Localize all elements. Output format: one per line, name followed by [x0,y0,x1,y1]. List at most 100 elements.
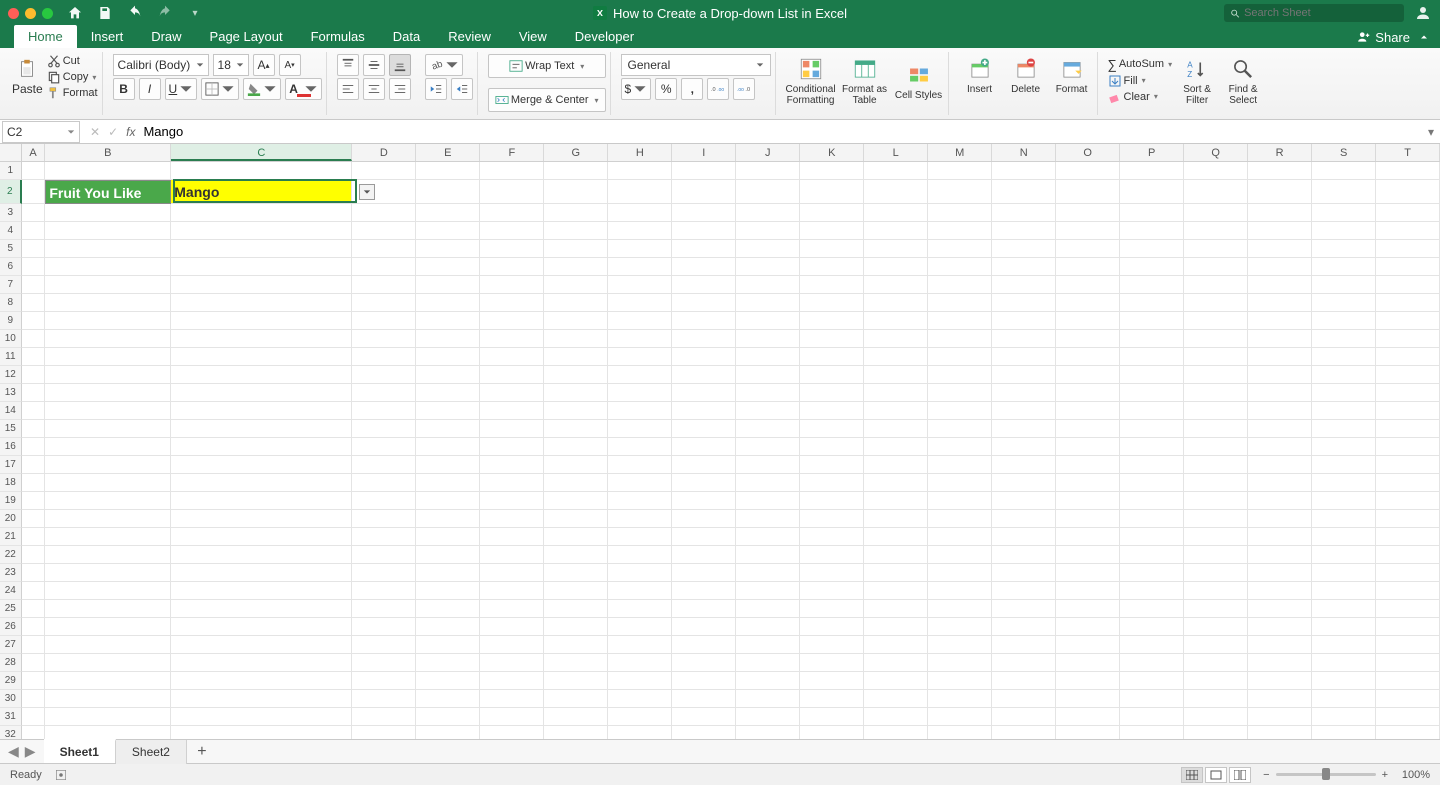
cell-G21[interactable] [544,528,608,546]
cell-I5[interactable] [672,240,736,258]
cell-J24[interactable] [736,582,800,600]
percent-button[interactable]: % [655,78,677,100]
cell-R15[interactable] [1248,420,1312,438]
cell-K18[interactable] [800,474,864,492]
cell-G12[interactable] [544,366,608,384]
cell-S10[interactable] [1312,330,1376,348]
bold-button[interactable]: B [113,78,135,100]
cell-A12[interactable] [22,366,46,384]
cell-E14[interactable] [416,402,480,420]
cell-H26[interactable] [608,618,672,636]
cell-C16[interactable] [171,438,352,456]
cell-B32[interactable] [45,726,171,739]
cell-G5[interactable] [544,240,608,258]
cell-K25[interactable] [800,600,864,618]
cell-N3[interactable] [992,204,1056,222]
cell-Q25[interactable] [1184,600,1248,618]
cell-D30[interactable] [352,690,416,708]
cell-C2[interactable]: Mango [171,180,352,204]
row-header-23[interactable]: 23 [0,564,22,582]
cell-F5[interactable] [480,240,544,258]
cell-T12[interactable] [1376,366,1440,384]
cell-D16[interactable] [352,438,416,456]
cell-B23[interactable] [45,564,171,582]
cell-L20[interactable] [864,510,928,528]
cell-I16[interactable] [672,438,736,456]
row-header-28[interactable]: 28 [0,654,22,672]
cell-G2[interactable] [544,180,608,204]
decrease-decimal-button[interactable]: .00.0 [733,78,755,100]
row-header-15[interactable]: 15 [0,420,22,438]
cell-T26[interactable] [1376,618,1440,636]
column-header-H[interactable]: H [608,144,672,161]
cell-T24[interactable] [1376,582,1440,600]
cell-K28[interactable] [800,654,864,672]
cell-D20[interactable] [352,510,416,528]
cell-K9[interactable] [800,312,864,330]
cell-G19[interactable] [544,492,608,510]
cell-O28[interactable] [1056,654,1120,672]
font-size-select[interactable]: 18 [213,54,249,76]
cell-O29[interactable] [1056,672,1120,690]
user-account-icon[interactable] [1414,4,1432,22]
cell-B14[interactable] [45,402,171,420]
cell-H7[interactable] [608,276,672,294]
cell-K17[interactable] [800,456,864,474]
tab-home[interactable]: Home [14,25,77,48]
cell-P19[interactable] [1120,492,1184,510]
cell-C24[interactable] [171,582,352,600]
cell-F28[interactable] [480,654,544,672]
copy-button[interactable]: Copy▾ [47,70,98,84]
cell-O23[interactable] [1056,564,1120,582]
cell-H16[interactable] [608,438,672,456]
row-header-22[interactable]: 22 [0,546,22,564]
cell-R21[interactable] [1248,528,1312,546]
cell-J5[interactable] [736,240,800,258]
cell-M6[interactable] [928,258,992,276]
cell-K8[interactable] [800,294,864,312]
cell-F31[interactable] [480,708,544,726]
cell-D6[interactable] [352,258,416,276]
cell-R4[interactable] [1248,222,1312,240]
cell-N26[interactable] [992,618,1056,636]
cell-E4[interactable] [416,222,480,240]
cell-R9[interactable] [1248,312,1312,330]
row-header-11[interactable]: 11 [0,348,22,366]
share-button[interactable]: Share [1357,30,1410,45]
cell-R31[interactable] [1248,708,1312,726]
cell-E7[interactable] [416,276,480,294]
cell-A1[interactable] [22,162,46,180]
cell-B15[interactable] [45,420,171,438]
cell-E21[interactable] [416,528,480,546]
cell-Q31[interactable] [1184,708,1248,726]
cell-N16[interactable] [992,438,1056,456]
cell-L14[interactable] [864,402,928,420]
undo-icon[interactable] [127,5,143,21]
cell-J23[interactable] [736,564,800,582]
page-layout-view-button[interactable] [1205,767,1227,783]
cell-L5[interactable] [864,240,928,258]
cell-A3[interactable] [22,204,46,222]
cell-D26[interactable] [352,618,416,636]
cell-T8[interactable] [1376,294,1440,312]
cell-T4[interactable] [1376,222,1440,240]
cell-B25[interactable] [45,600,171,618]
cell-K27[interactable] [800,636,864,654]
cell-A18[interactable] [22,474,46,492]
column-header-P[interactable]: P [1120,144,1184,161]
cell-N8[interactable] [992,294,1056,312]
sort-filter-button[interactable]: AZSort & Filter [1176,54,1218,106]
cell-O11[interactable] [1056,348,1120,366]
cell-Q1[interactable] [1184,162,1248,180]
cell-R32[interactable] [1248,726,1312,739]
cell-S21[interactable] [1312,528,1376,546]
cell-I4[interactable] [672,222,736,240]
cell-R3[interactable] [1248,204,1312,222]
normal-view-button[interactable] [1181,767,1203,783]
cell-N27[interactable] [992,636,1056,654]
cell-J16[interactable] [736,438,800,456]
find-select-button[interactable]: Find & Select [1222,54,1264,106]
column-header-N[interactable]: N [992,144,1056,161]
row-header-16[interactable]: 16 [0,438,22,456]
cell-K1[interactable] [800,162,864,180]
